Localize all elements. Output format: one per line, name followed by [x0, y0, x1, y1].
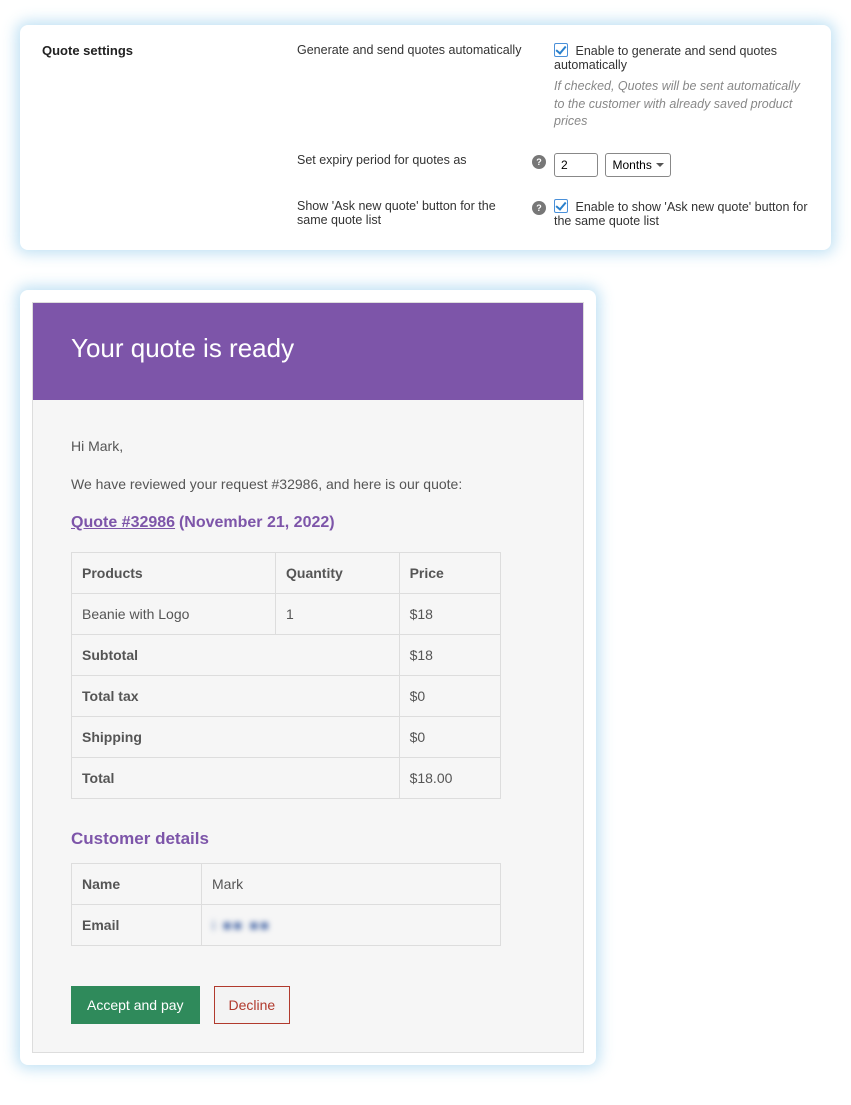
item-qty: 1: [276, 593, 400, 634]
help-icon[interactable]: ?: [532, 201, 546, 215]
email-header: Your quote is ready: [33, 303, 583, 400]
table-row: Name Mark: [72, 863, 501, 904]
item-price: $18: [399, 593, 500, 634]
col-products: Products: [72, 552, 276, 593]
tax-label: Total tax: [72, 675, 400, 716]
tax-row: Total tax $0: [72, 675, 501, 716]
ask-new-label: Show 'Ask new quote' button for the same…: [297, 199, 532, 227]
auto-send-note: If checked, Quotes will be sent automati…: [554, 78, 809, 131]
ask-new-checkbox-wrap[interactable]: Enable to show 'Ask new quote' button fo…: [554, 200, 808, 228]
table-row: Beanie with Logo 1 $18: [72, 593, 501, 634]
expiry-unit-select[interactable]: Months: [605, 153, 671, 177]
total-label: Total: [72, 757, 400, 798]
auto-send-checkbox-wrap[interactable]: Enable to generate and send quotes autom…: [554, 44, 777, 72]
quote-settings-panel: Quote settings Generate and send quotes …: [20, 25, 831, 250]
quote-email-panel: Your quote is ready Hi Mark, We have rev…: [20, 290, 596, 1065]
decline-button[interactable]: Decline: [214, 986, 291, 1024]
ask-new-checkbox[interactable]: [554, 199, 568, 213]
email-greeting: Hi Mark,: [71, 438, 545, 454]
button-row: Accept and pay Decline: [71, 986, 545, 1024]
customer-table: Name Mark Email i ■■ ■■: [71, 863, 501, 946]
email-intro: We have reviewed your request #32986, an…: [71, 476, 545, 492]
products-table: Products Quantity Price Beanie with Logo…: [71, 552, 501, 799]
auto-send-label: Generate and send quotes automatically: [297, 43, 532, 57]
tax-value: $0: [399, 675, 500, 716]
customer-details-title: Customer details: [71, 829, 545, 849]
settings-row-auto-send: Quote settings Generate and send quotes …: [42, 43, 809, 131]
auto-send-checkbox[interactable]: [554, 43, 568, 57]
auto-send-checkbox-label: Enable to generate and send quotes autom…: [554, 44, 777, 72]
cust-name-value: Mark: [202, 863, 501, 904]
shipping-value: $0: [399, 716, 500, 757]
shipping-label: Shipping: [72, 716, 400, 757]
settings-section-title: Quote settings: [42, 43, 297, 58]
ask-new-checkbox-label: Enable to show 'Ask new quote' button fo…: [554, 200, 808, 228]
table-row: Email i ■■ ■■: [72, 904, 501, 945]
settings-row-ask-new: Show 'Ask new quote' button for the same…: [42, 199, 809, 228]
help-icon[interactable]: ?: [532, 155, 546, 169]
col-price: Price: [399, 552, 500, 593]
settings-row-expiry: Set expiry period for quotes as ? Months: [42, 153, 809, 177]
email-body: Hi Mark, We have reviewed your request #…: [33, 400, 583, 1052]
subtotal-row: Subtotal $18: [72, 634, 501, 675]
cust-email-value: i ■■ ■■: [202, 904, 501, 945]
subtotal-label: Subtotal: [72, 634, 400, 675]
quote-title-line: Quote #32986 (November 21, 2022): [71, 514, 545, 532]
email-inner: Your quote is ready Hi Mark, We have rev…: [32, 302, 584, 1053]
table-header-row: Products Quantity Price: [72, 552, 501, 593]
col-quantity: Quantity: [276, 552, 400, 593]
total-row: Total $18.00: [72, 757, 501, 798]
quote-link[interactable]: Quote #32986: [71, 514, 175, 531]
quote-date: (November 21, 2022): [179, 514, 335, 531]
total-value: $18.00: [399, 757, 500, 798]
expiry-label: Set expiry period for quotes as: [297, 153, 532, 167]
cust-name-label: Name: [72, 863, 202, 904]
cust-email-label: Email: [72, 904, 202, 945]
shipping-row: Shipping $0: [72, 716, 501, 757]
expiry-value-input[interactable]: [554, 153, 598, 177]
accept-button[interactable]: Accept and pay: [71, 986, 200, 1024]
subtotal-value: $18: [399, 634, 500, 675]
item-name: Beanie with Logo: [72, 593, 276, 634]
